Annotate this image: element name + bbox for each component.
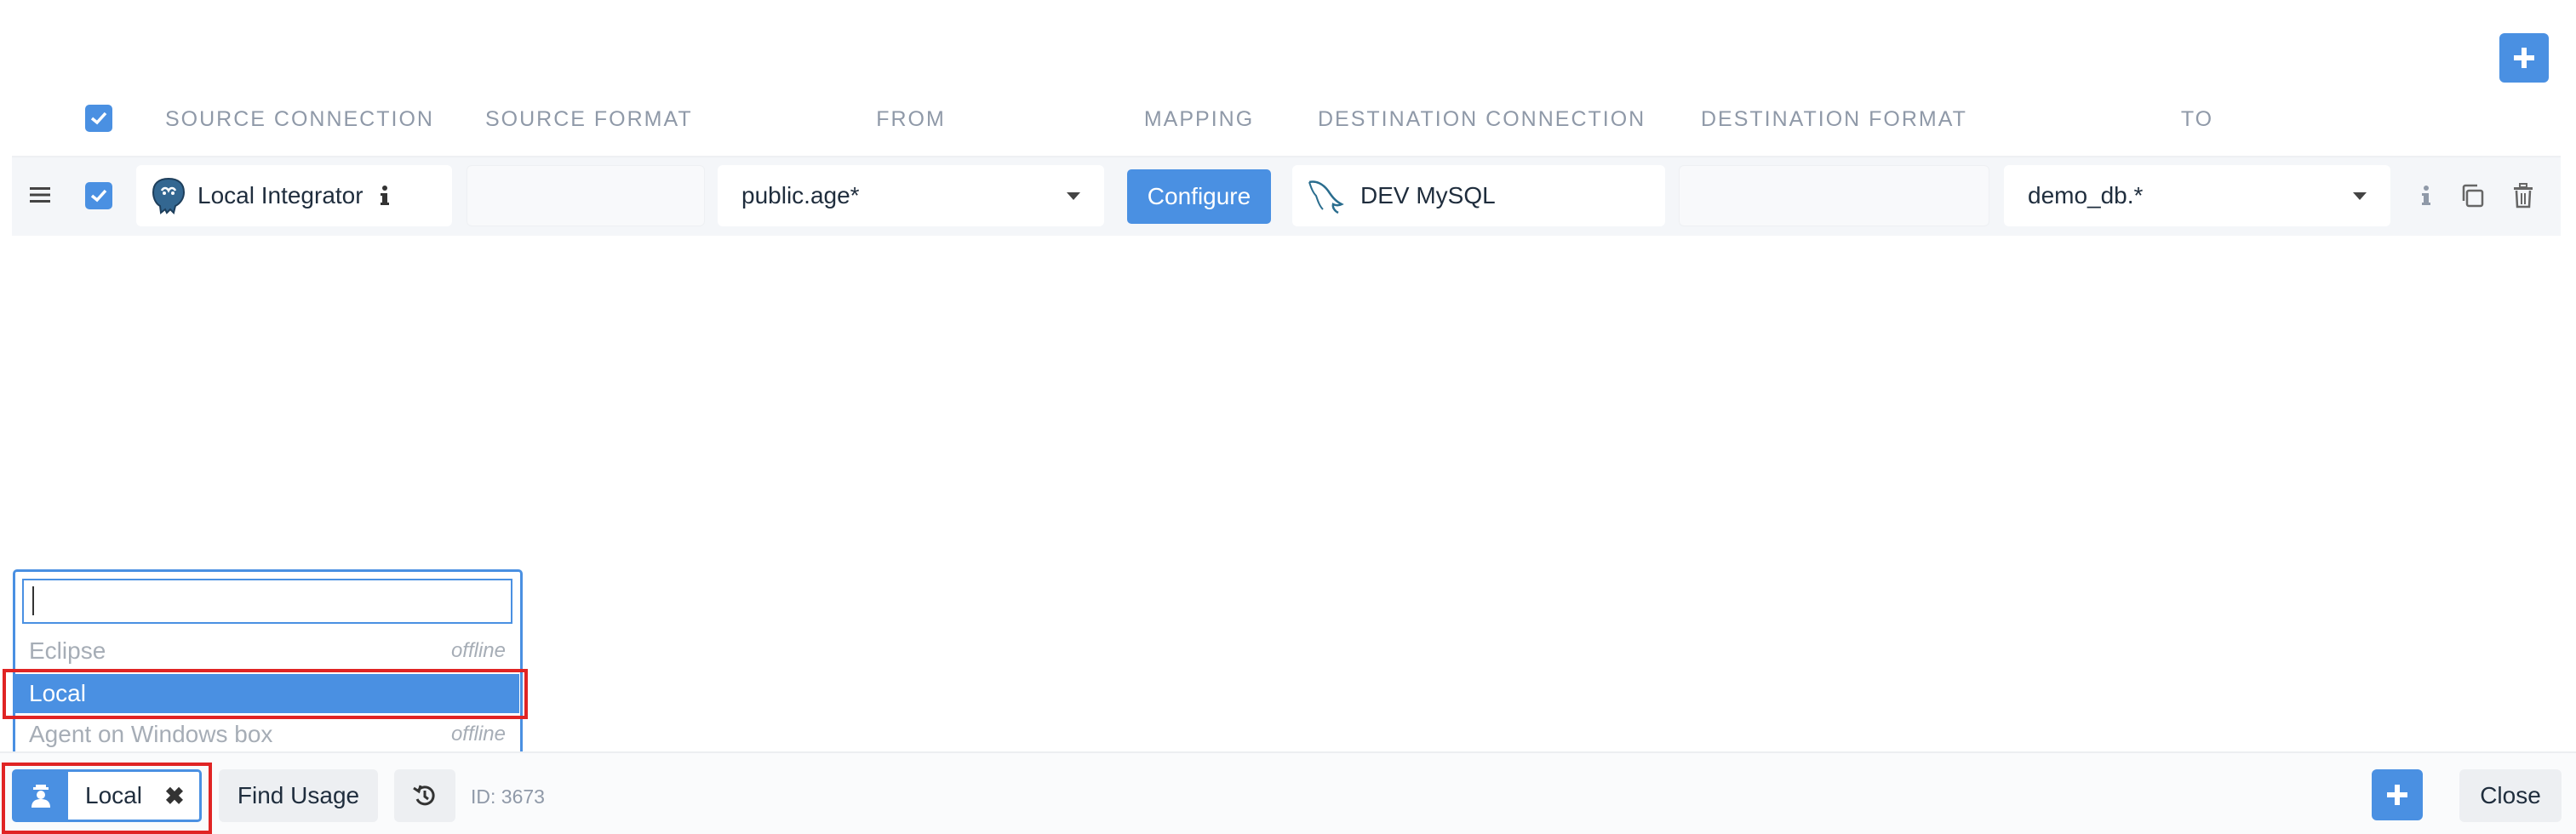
agent-option-label: Agent on Windows box: [29, 721, 273, 747]
to-value: demo_db.*: [2028, 182, 2144, 208]
source-format-field[interactable]: [467, 165, 705, 226]
source-connection-label: Local Integrator: [197, 182, 364, 208]
from-select[interactable]: public.age*: [718, 165, 1104, 226]
agent-option-eclipse[interactable]: Eclipse offline: [15, 631, 519, 671]
row-checkbox[interactable]: [85, 182, 112, 209]
destination-connection-selector[interactable]: DEV MySQL: [1292, 165, 1665, 226]
copy-icon[interactable]: [2453, 177, 2491, 214]
to-select[interactable]: demo_db.*: [2004, 165, 2390, 226]
flow-id: ID: 3673: [471, 785, 545, 808]
close-button[interactable]: Close: [2459, 769, 2562, 822]
drag-handle-icon[interactable]: [27, 182, 53, 208]
check-icon: [90, 111, 107, 125]
source-connection-selector[interactable]: Local Integrator: [136, 165, 452, 226]
plus-icon: [2514, 48, 2534, 68]
configure-mapping-button[interactable]: Configure: [1127, 169, 1271, 224]
find-usage-button[interactable]: Find Usage: [219, 769, 378, 822]
agent-option-label: Eclipse: [29, 637, 106, 664]
chevron-down-icon: [2353, 191, 2367, 200]
agent-search-input[interactable]: [22, 579, 512, 624]
from-value: public.age*: [741, 182, 860, 208]
header-mapping: MAPPING: [1143, 106, 1255, 131]
select-all-checkbox[interactable]: [85, 105, 112, 132]
header-to: TO: [2180, 106, 2214, 131]
header-source-connection: SOURCE CONNECTION: [165, 106, 434, 131]
plus-icon: [2387, 785, 2407, 805]
header-destination-format: DESTINATION FORMAT: [1701, 106, 1967, 131]
postgresql-icon: [148, 175, 189, 216]
add-flow-button[interactable]: [2499, 33, 2549, 83]
chevron-down-icon: [1067, 191, 1080, 200]
highlight-box: [3, 669, 528, 719]
mysql-icon: [1304, 175, 1348, 216]
footer-bar: [0, 751, 2576, 834]
header-destination-connection: DESTINATION CONNECTION: [1318, 106, 1646, 131]
header-from: FROM: [876, 106, 946, 131]
row-info-icon[interactable]: [2407, 177, 2445, 214]
history-button[interactable]: [394, 769, 455, 822]
text-cursor: [32, 586, 34, 615]
agent-status: offline: [450, 723, 506, 745]
agent-status: offline: [450, 639, 506, 662]
history-icon: [413, 785, 435, 806]
highlight-box: [2, 763, 212, 834]
destination-format-field[interactable]: [1679, 165, 1989, 226]
agent-option-windows-box[interactable]: Agent on Windows box offline: [15, 715, 519, 754]
add-button[interactable]: [2372, 769, 2423, 820]
trash-icon[interactable]: [2504, 177, 2542, 214]
header-source-format: SOURCE FORMAT: [485, 106, 693, 131]
info-icon[interactable]: [375, 183, 394, 208]
check-icon: [90, 189, 107, 203]
destination-connection-label: DEV MySQL: [1360, 182, 1496, 208]
